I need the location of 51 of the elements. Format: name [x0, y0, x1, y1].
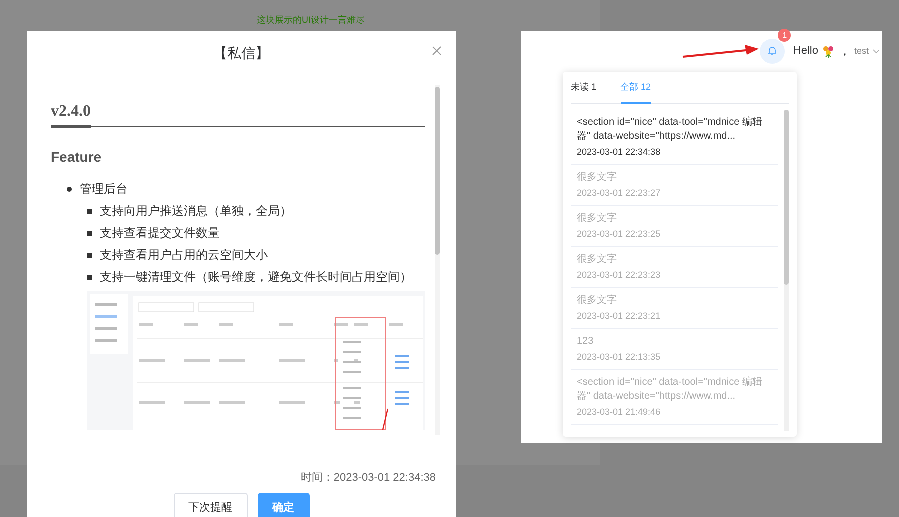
bullet-icon: [87, 231, 92, 236]
bullet-icon: [87, 209, 92, 214]
notification-time: 2023-03-01 22:23:27: [577, 187, 662, 200]
user-name[interactable]: test: [854, 46, 869, 56]
bullet-icon: [67, 187, 72, 192]
notification-item[interactable]: 很多文字 2023-03-01 22:23:21: [571, 288, 778, 329]
notification-time: 2023-03-01 22:34:38: [577, 146, 662, 159]
notification-text: 很多文字: [577, 212, 618, 226]
greeting-text: Hello: [793, 45, 818, 57]
banner-text: 这块展示的UI设计一言难尽: [257, 14, 365, 27]
message-time: 时间：2023-03-01 22:34:38: [300, 471, 436, 485]
dialog-title: 【私信】: [214, 44, 270, 63]
list-item-text: 支持查看提交文件数量: [100, 225, 220, 242]
notification-text: 很多文字: [577, 294, 618, 308]
notification-button[interactable]: [760, 38, 786, 64]
notification-text: <section id="nice" data-tool="mdnice 编辑器" data-website="https://www.md...: [577, 376, 764, 404]
notification-item[interactable]: <section id="nice" data-tool="mdnice 编辑器" data-website="https://www.md... 2023-03-01 22:34:38: [571, 110, 778, 165]
close-icon[interactable]: [432, 46, 442, 56]
notification-item[interactable]: 很多文字 2023-03-01 22:23:23: [571, 247, 778, 288]
scrollbar[interactable]: [784, 110, 789, 431]
version-heading: v2.4.0: [51, 102, 91, 128]
feature-heading: Feature: [51, 148, 103, 165]
notification-text: 很多文字: [577, 253, 618, 267]
notification-item[interactable]: 很多文字 2023-03-01 22:23:25: [571, 206, 778, 247]
bullet-icon: [87, 253, 92, 258]
comma-text: ，: [839, 44, 850, 58]
notification-time: 2023-03-01 22:23:23: [577, 269, 662, 282]
notification-time: 2023-03-01 22:23:21: [577, 310, 662, 323]
chevron-down-icon[interactable]: [873, 48, 880, 54]
notification-badge: 1: [778, 28, 792, 42]
list-item-text: 管理后台: [80, 181, 128, 198]
flower-icon: [822, 44, 836, 58]
bullet-icon: [87, 275, 92, 280]
notification-item[interactable]: 很多文字 2023-03-01 22:23:27: [571, 165, 778, 206]
list-item-text: 支持一键清理文件（账号维度，避免文件长时间占用空间）: [100, 269, 412, 286]
notification-time: 2023-03-01 22:23:25: [577, 228, 662, 241]
notification-tab[interactable]: 全部 12: [620, 72, 652, 104]
bell-icon: [768, 46, 778, 56]
notification-text: 123: [577, 335, 595, 349]
confirm-button[interactable]: 确定: [258, 493, 310, 517]
list-item-text: 支持查看用户占用的云空间大小: [100, 247, 268, 264]
notification-text: 很多文字: [577, 171, 618, 185]
scrollbar[interactable]: [435, 84, 440, 435]
notification-item[interactable]: <section id="nice" data-tool="mdnice 编辑器" data-website="https://www.md... 2023-03-01 21:49:46: [571, 370, 778, 425]
list-item-text: 支持向用户推送消息（单独，全局）: [100, 203, 292, 220]
notification-text: <section id="nice" data-tool="mdnice 编辑器" data-website="https://www.md...: [577, 116, 764, 144]
notification-tab[interactable]: 未读 1: [571, 72, 597, 104]
remind-later-button[interactable]: 下次提醒: [174, 493, 248, 517]
notification-time: 2023-03-01 21:49:46: [577, 406, 662, 419]
notification-time: 2023-03-01 22:13:35: [577, 351, 662, 364]
notification-item[interactable]: 123 2023-03-01 22:13:35: [571, 329, 778, 370]
